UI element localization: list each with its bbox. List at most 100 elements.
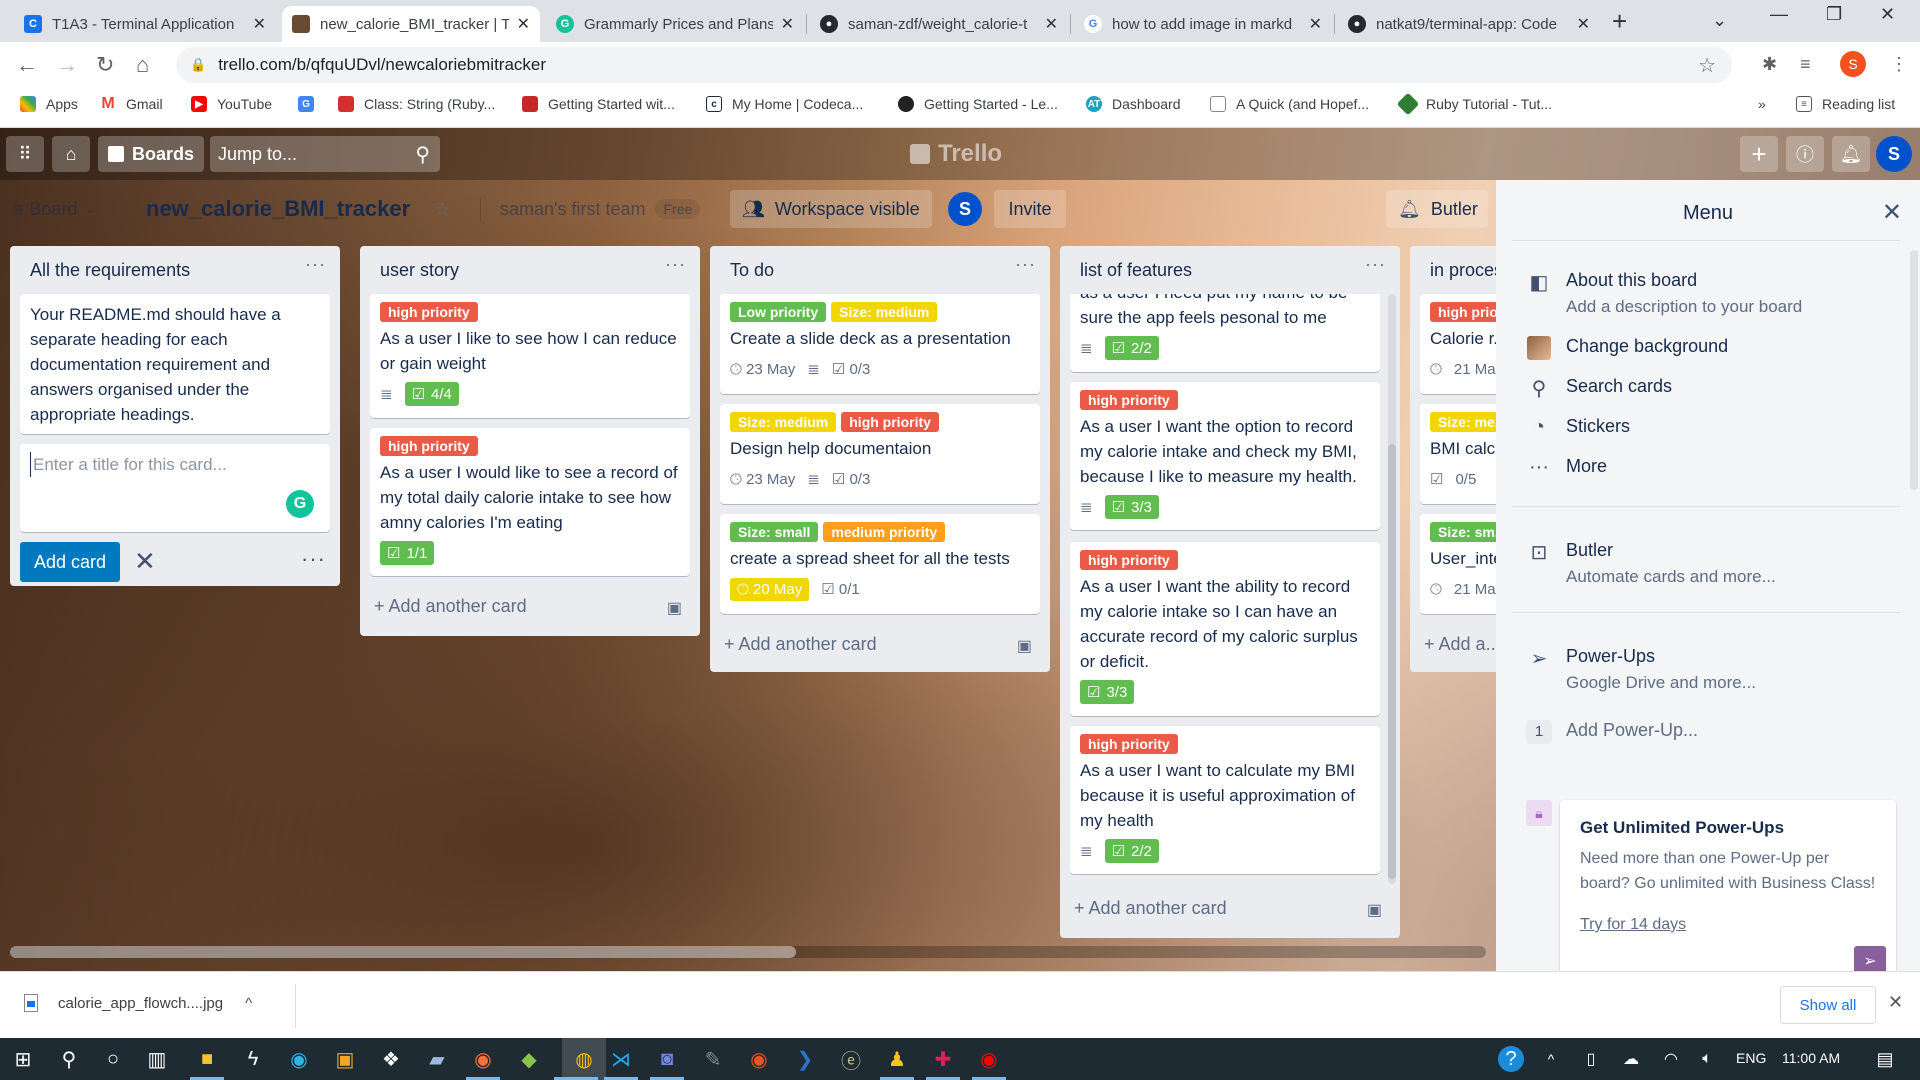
browser-tab[interactable]: ● saman-zdf/weight_calorie-t ✕ [810, 6, 1068, 42]
action-center-icon[interactable]: ▤ [1872, 1046, 1898, 1072]
app-icon[interactable]: ϟ [240, 1046, 266, 1072]
list-title[interactable]: To do [730, 260, 774, 281]
more-icon[interactable]: ⋮ [1890, 54, 1908, 75]
browser-tab[interactable]: ● natkat9/terminal-app: Code ✕ [1338, 6, 1600, 42]
onedrive-icon[interactable]: ☁ [1618, 1046, 1644, 1072]
bookmark-gmail[interactable]: M Gmail [100, 95, 163, 112]
menu-more[interactable]: ··· More [1526, 456, 1607, 479]
windows-start-icon[interactable]: ⊞ [10, 1046, 36, 1072]
list-title[interactable]: list of features [1080, 260, 1192, 281]
composer-options-icon[interactable]: ··· [301, 546, 326, 572]
search-icon[interactable]: ⚲ [56, 1046, 82, 1072]
jump-to-search[interactable]: Jump to... ⚲ [210, 136, 440, 172]
linux-icon[interactable]: ♟ [884, 1046, 910, 1072]
due-soon-badge[interactable]: 🕓︎ 20 May [730, 577, 810, 601]
label-high-priority[interactable]: high priority [841, 412, 939, 432]
tab-search-icon[interactable]: ⌄ [1712, 10, 1727, 31]
powershell-icon[interactable]: ❯ [792, 1046, 818, 1072]
add-another-card-button[interactable]: + Add a... [1424, 634, 1501, 655]
bookmark-ruby-string[interactable]: Class: String (Ruby... [338, 96, 495, 112]
bookmarks-overflow[interactable]: » [1758, 96, 1766, 112]
notifications-icon[interactable]: 🔔︎ [1832, 136, 1870, 172]
restore-icon[interactable]: ❐ [1826, 4, 1842, 25]
star-board-icon[interactable]: ☆ [434, 190, 450, 228]
bookmark-dashboard[interactable]: AT Dashboard [1086, 96, 1181, 112]
close-download-bar-icon[interactable]: ✕ [1888, 992, 1903, 1013]
vscode-icon[interactable]: ⋊ [608, 1046, 634, 1072]
card-template-icon[interactable]: ▣ [1367, 900, 1382, 920]
help-icon[interactable]: ? [1498, 1046, 1524, 1072]
label-high-priority[interactable]: high priority [1080, 734, 1178, 754]
add-another-card-button[interactable]: + Add another card [1074, 898, 1227, 919]
card-template-icon[interactable]: ▣ [1017, 636, 1032, 656]
youtube-music-icon[interactable]: ◉ [976, 1046, 1002, 1072]
bookmark-ruby-tutorial[interactable]: Ruby Tutorial - Tut... [1396, 92, 1552, 116]
bookmark-apps[interactable]: Apps [20, 96, 78, 112]
bookmark-translate[interactable]: G [298, 96, 324, 112]
list-scrollbar-track[interactable] [1388, 294, 1396, 884]
menu-add-power-up[interactable]: 1 Add Power-Up... [1526, 720, 1698, 744]
language-indicator[interactable]: ENG [1736, 1050, 1766, 1066]
menu-search-cards[interactable]: ⚲ Search cards [1526, 376, 1672, 401]
forward-icon[interactable]: → [56, 52, 78, 78]
label-high-priority[interactable]: high priority [1080, 390, 1178, 410]
firefox-icon[interactable]: ◉ [470, 1046, 496, 1072]
gimp-icon[interactable]: ✎ [700, 1046, 726, 1072]
close-tab-icon[interactable]: ✕ [781, 14, 794, 34]
discord-icon[interactable]: ◙ [654, 1046, 680, 1072]
volume-icon[interactable]: 🔈︎ [1694, 1046, 1720, 1072]
add-another-card-button[interactable]: + Add another card [374, 596, 527, 617]
card[interactable]: high priority As a user I want to calcul… [1070, 726, 1380, 874]
list-title[interactable]: All the requirements [30, 260, 190, 281]
close-tab-icon[interactable]: ✕ [1045, 14, 1058, 34]
label-low-priority[interactable]: Low priority [730, 302, 827, 322]
card[interactable]: high priority As a user I would like to … [370, 428, 690, 576]
label-size-medium[interactable]: Size: medium [831, 302, 938, 322]
menu-about-board[interactable]: ◧ About this board Add a description to yo… [1526, 270, 1803, 317]
cortana-icon[interactable]: ○ [100, 1046, 126, 1072]
list-title[interactable]: user story [380, 260, 459, 281]
chrome-icon[interactable]: ◍ [562, 1038, 606, 1080]
close-tab-icon[interactable]: ✕ [517, 14, 530, 34]
butler-button[interactable]: 🔔︎ Butler [1386, 190, 1488, 228]
list-menu-icon[interactable]: ··· [305, 254, 326, 275]
browser-tab-active[interactable]: new_calorie_BMI_tracker | Tr ✕ [282, 6, 540, 42]
app-switcher-icon[interactable]: ⠿ [6, 136, 44, 172]
card[interactable]: as a user I need put my name to be sure … [1070, 294, 1380, 372]
team-button[interactable]: saman's first team Free [500, 190, 701, 228]
menu-power-ups[interactable]: ➢ Power-Ups Google Drive and more... [1526, 646, 1756, 693]
close-composer-icon[interactable]: ✕ [134, 546, 156, 577]
menu-scrollbar[interactable] [1910, 250, 1918, 490]
reload-icon[interactable]: ↻ [96, 52, 114, 78]
ubuntu-icon[interactable]: ◉ [746, 1046, 772, 1072]
list-menu-icon[interactable]: ··· [1015, 254, 1036, 275]
label-medium-priority[interactable]: medium priority [823, 522, 946, 542]
card[interactable]: high priority As a user I want the abili… [1070, 542, 1380, 716]
bookmark-codecademy[interactable]: c My Home | Codeca... [706, 96, 863, 112]
minimize-icon[interactable]: — [1770, 4, 1788, 25]
menu-change-background[interactable]: Change background [1526, 336, 1728, 366]
clock[interactable]: 11:00 AM [1782, 1050, 1840, 1066]
label-high-priority[interactable]: high priority [380, 436, 478, 456]
bookmark-getting-started-rails[interactable]: Getting Started wit... [522, 96, 675, 112]
git-icon[interactable]: ◆ [516, 1046, 542, 1072]
label-size-medium[interactable]: Size: medium [730, 412, 837, 432]
meet-now-icon[interactable]: ▯ [1578, 1046, 1604, 1072]
invite-button[interactable]: Invite [994, 190, 1066, 228]
home-icon[interactable]: ⌂ [136, 52, 149, 78]
close-tab-icon[interactable]: ✕ [1577, 14, 1590, 34]
file-explorer-icon[interactable]: ■ [194, 1046, 220, 1072]
bookmark-youtube[interactable]: ▶ YouTube [191, 96, 272, 112]
menu-butler[interactable]: ⊡ Butler Automate cards and more... [1526, 540, 1776, 587]
download-item[interactable]: calorie_app_flowch....jpg ^ [24, 994, 252, 1012]
card[interactable]: high priority As a user I like to see ho… [370, 294, 690, 418]
notepad-icon[interactable]: ▰ [424, 1046, 450, 1072]
trello-logo[interactable]: Trello [910, 140, 1002, 168]
bookmark-getting-started-le[interactable]: Getting Started - Le... [898, 96, 1058, 112]
menu-stickers[interactable]: ◔ Stickers [1526, 416, 1630, 439]
network-icon[interactable]: ◠ [1658, 1046, 1684, 1072]
workspace-visible-button[interactable]: 👥︎ Workspace visible [730, 190, 932, 228]
board-view-switcher[interactable]: ▥ Board ⌄ [12, 190, 95, 228]
user-avatar[interactable]: S [1876, 136, 1912, 172]
app-icon[interactable]: ⓔ [838, 1046, 864, 1073]
